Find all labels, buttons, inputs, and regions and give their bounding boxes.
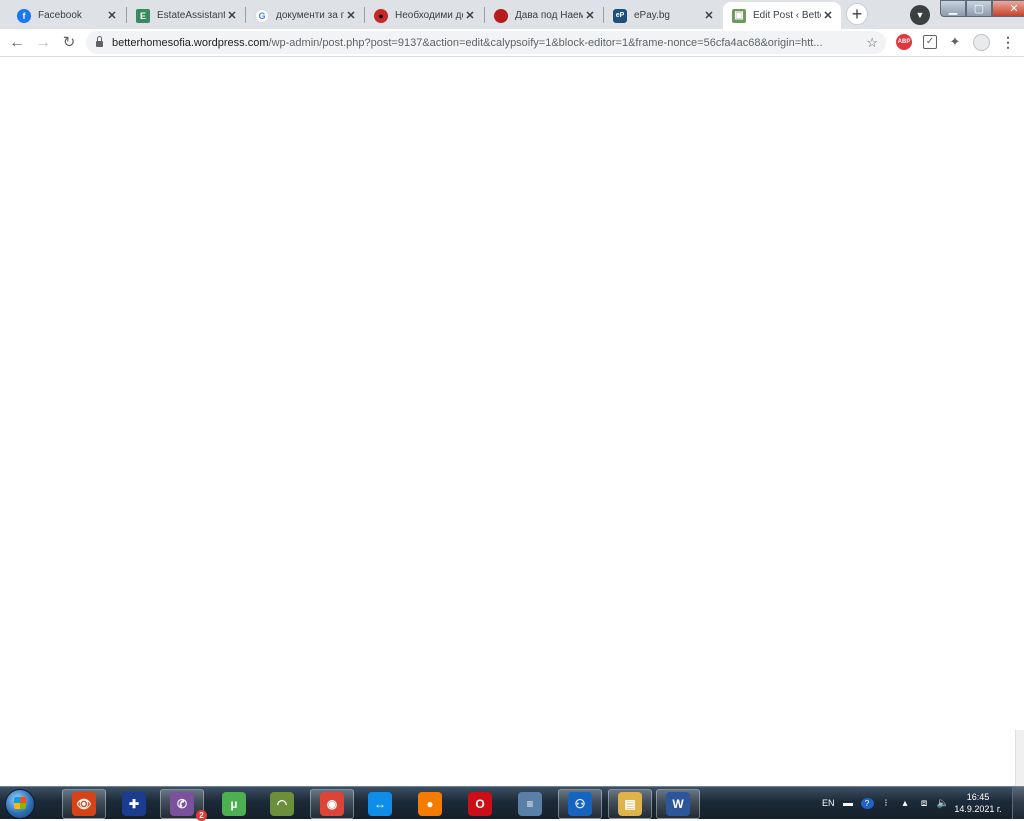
close-icon[interactable]: ✕ (583, 9, 597, 23)
red-dot-icon (494, 8, 508, 23)
reload-button[interactable]: ↻ (58, 32, 80, 54)
show-hidden-icons[interactable]: ▴ (899, 798, 912, 809)
language-indicator[interactable]: EN (822, 798, 835, 808)
tab-neobhodimi[interactable]: ● Необходими до ✕ (365, 2, 483, 29)
tab-title: Дава под Наем (515, 10, 583, 21)
scrollbar-edge[interactable] (1015, 730, 1024, 786)
keyboard-icon[interactable]: ▬ (842, 798, 855, 809)
url-path: /wp-admin/post.php?post=9137&action=edit… (268, 36, 823, 49)
close-icon[interactable]: ✕ (105, 9, 119, 23)
more-menu-icon[interactable]: ⋮ (1001, 34, 1015, 50)
windows-taskbar: 👁 ✚ ✆ 2 µ ◠ ◉ ↔ ● O ≡ ⚇ ▤ W EN ▬ ? ⁝ ▴ ⧈ 🔈 16:45 14.9… (0, 786, 1024, 821)
taskbar-button[interactable]: O (458, 789, 502, 819)
flags-icon[interactable]: ⁝ (880, 798, 893, 809)
network-app-icon: ◠ (270, 792, 294, 816)
teamviewer-icon: ↔ (368, 792, 392, 816)
tab-facebook[interactable]: f Facebook ✕ (8, 2, 125, 29)
taskbar-button[interactable]: µ (212, 789, 256, 819)
taskbar-button[interactable]: ✚ (112, 789, 156, 819)
maximize-button[interactable]: ▢ (966, 0, 992, 17)
eye-app-icon: 👁 (72, 792, 96, 816)
tab-edit-post[interactable]: ▣ Edit Post ‹ Bette ✕ (723, 2, 841, 29)
uk-flag-icon: ✚ (122, 792, 146, 816)
taskbar-button[interactable]: W (656, 789, 700, 819)
browser-toolbar: ← → ↻ betterhomesofia.wordpress.com/wp-a… (0, 29, 1024, 57)
bluetooth-app-icon: ⚇ (568, 792, 592, 816)
file-explorer-icon: ▤ (618, 792, 642, 816)
epay-icon: eP (613, 8, 627, 23)
address-bar[interactable]: betterhomesofia.wordpress.com/wp-admin/p… (86, 31, 886, 54)
url-host: betterhomesofia.wordpress.com (112, 36, 269, 49)
opera-icon: O (468, 792, 492, 816)
tab-search-icon[interactable]: ▼ (910, 5, 930, 25)
taskbar-button[interactable]: ≡ (508, 789, 552, 819)
close-icon[interactable]: ✕ (344, 9, 358, 23)
tab-title: Необходими до (395, 10, 463, 21)
window-controls: ▁ ▢ ✕ (940, 0, 1024, 18)
close-icon[interactable]: ✕ (225, 9, 239, 23)
adblock-plus-icon[interactable]: ABP (896, 34, 912, 50)
orange-ball-icon: ● (418, 792, 442, 816)
utorrent-icon: µ (222, 792, 246, 816)
start-button[interactable] (5, 789, 35, 819)
taskbar-button[interactable]: ● (408, 789, 452, 819)
close-icon[interactable]: ✕ (463, 9, 477, 23)
tab-strip: f Facebook ✕ E EstateAssistant ✕ G докум… (0, 0, 1024, 29)
tab-google-docs[interactable]: G документи за п ✕ (246, 2, 364, 29)
taskbar-button[interactable]: ◠ (260, 789, 304, 819)
taskbar-button[interactable]: ↔ (358, 789, 402, 819)
url-text[interactable]: betterhomesofia.wordpress.com/wp-admin/p… (112, 37, 860, 49)
clock-date: 14.9.2021 г. (954, 804, 1002, 814)
taskbar-button[interactable]: ⚇ (558, 789, 602, 819)
lines-app-icon: ≡ (518, 792, 542, 816)
volume-icon[interactable]: 🔈 (937, 798, 950, 809)
taskbar-button[interactable]: ✆ 2 (160, 789, 207, 821)
taskbar-button[interactable]: ▤ (608, 789, 652, 819)
network-icon[interactable]: ⧈ (918, 798, 931, 809)
facebook-icon: f (17, 8, 31, 23)
google-icon: G (255, 8, 269, 23)
chrome-icon: ◉ (320, 792, 344, 816)
extensions-puzzle-icon[interactable]: ✦ (947, 34, 963, 50)
wordpress-post-icon: ▣ (732, 8, 746, 23)
close-icon[interactable]: ✕ (702, 9, 716, 23)
tab-title: Facebook (38, 10, 82, 21)
clock[interactable]: 16:45 14.9.2021 г. (950, 791, 1006, 815)
page-content (0, 57, 1024, 786)
close-icon[interactable]: ✕ (821, 9, 835, 23)
back-button[interactable]: ← (6, 32, 28, 54)
tab-title: Edit Post ‹ Bette (753, 10, 821, 21)
tab-epay[interactable]: eP ePay.bg ✕ (604, 2, 722, 29)
viber-icon: ✆ (170, 792, 194, 816)
lock-icon[interactable] (96, 36, 103, 47)
minimize-button[interactable]: ▁ (940, 0, 966, 17)
estateassistant-icon: E (136, 8, 150, 23)
taskbar-button[interactable]: ◉ (310, 789, 354, 819)
show-desktop-button[interactable] (1012, 787, 1024, 819)
tab-title: документи за п (276, 10, 344, 21)
checklist-extension-icon[interactable]: ✓ (923, 35, 937, 49)
forward-button[interactable]: → (32, 32, 54, 54)
system-tray: EN ▬ ? ⁝ ▴ ⧈ 🔈 (822, 787, 956, 819)
windows-logo-icon (14, 797, 26, 809)
clock-time: 16:45 (966, 792, 990, 802)
tab-title: EstateAssistant (157, 10, 225, 21)
notification-badge: 2 (196, 810, 207, 821)
close-window-button[interactable]: ✕ (992, 0, 1024, 17)
tab-dava-pod-naem[interactable]: Дава под Наем ✕ (485, 2, 603, 29)
help-icon[interactable]: ? (860, 797, 874, 809)
taskbar-button[interactable]: 👁 (62, 789, 106, 819)
word-icon: W (666, 792, 690, 816)
tab-title: ePay.bg (634, 10, 670, 21)
profile-avatar[interactable] (973, 34, 990, 51)
ladybug-icon: ● (374, 8, 388, 23)
new-tab-button[interactable]: + (846, 3, 868, 25)
bookmark-star-icon[interactable]: ☆ (866, 35, 878, 51)
tab-estateassistant[interactable]: E EstateAssistant ✕ (127, 2, 245, 29)
